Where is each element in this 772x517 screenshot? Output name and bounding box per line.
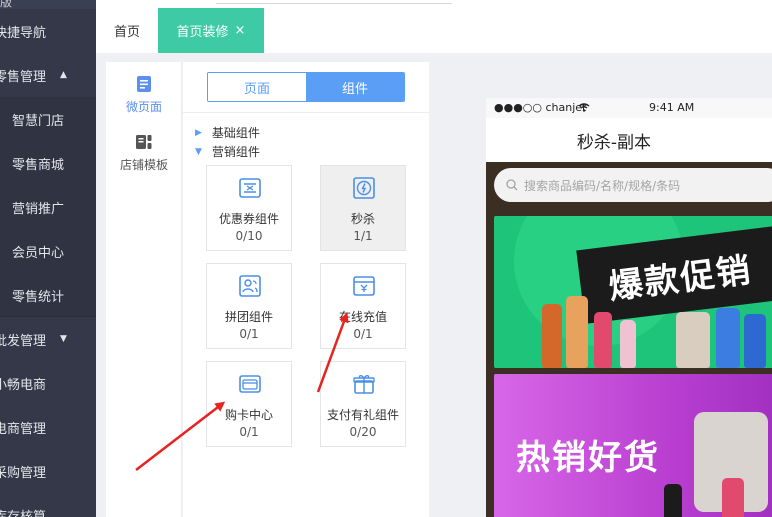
search-icon	[506, 179, 518, 191]
tab-label: 首页装修	[176, 25, 229, 40]
search-placeholder: 搜索商品编码/名称/规格/条码	[524, 178, 681, 193]
coupon-icon	[239, 178, 261, 198]
tab-home[interactable]: 首页	[96, 8, 158, 53]
flash-sale-icon	[353, 177, 375, 199]
sidebar-item-label: 智慧门店	[12, 113, 65, 129]
sidebar-item-label: 会员中心	[12, 245, 65, 261]
sidebar-item-xiaochang-ecommerce[interactable]: 小畅电商	[0, 361, 96, 405]
product-image	[744, 314, 766, 368]
sidebar-item-label: 零售商城	[12, 157, 65, 173]
recharge-icon	[353, 276, 375, 296]
component-name: 秒杀	[350, 212, 375, 226]
micro-page-label: 微页面	[125, 100, 162, 114]
category-marketing[interactable]: ▼ 营销组件	[195, 143, 260, 160]
component-card-online-recharge[interactable]: 在线充值 0/1	[320, 263, 406, 349]
product-image	[620, 320, 636, 368]
sidebar-item-retail-stats[interactable]: 零售统计	[0, 273, 96, 317]
sidebar-item-label: 采购管理	[0, 465, 47, 481]
sidebar-item-inventory-accounting[interactable]: 库存核算	[0, 493, 96, 517]
component-count: 1/1	[353, 229, 373, 243]
micro-page-button[interactable]: 微页面	[106, 74, 182, 115]
editor-left-column: 微页面 店铺模板	[106, 62, 182, 517]
component-card-card-center[interactable]: 购卡中心 0/1	[206, 361, 292, 447]
phone-search-bar[interactable]: 搜索商品编码/名称/规格/条码	[494, 168, 772, 202]
component-card-flash-sale[interactable]: 秒杀 1/1	[320, 165, 406, 251]
component-count: 0/10	[235, 229, 263, 243]
top-divider	[216, 3, 452, 4]
tab-home-decoration[interactable]: 首页装修 ×	[158, 8, 264, 53]
tab-bar: 首页 首页装修 ×	[96, 0, 772, 53]
segment-component[interactable]: 组件	[306, 73, 404, 101]
chevron-down-icon: ▼	[60, 334, 67, 344]
component-panel: 页面 组件 ▶ 基础组件 ▼ 营销组件 优惠券组件 0/10 秒杀 1/1 拼团…	[183, 62, 429, 517]
component-card-coupon[interactable]: 优惠券组件 0/10	[206, 165, 292, 251]
panel-divider	[183, 112, 429, 113]
component-card-group-buy[interactable]: 拼团组件 0/1	[206, 263, 292, 349]
component-count: 0/1	[239, 327, 259, 341]
product-image	[676, 312, 710, 368]
status-time: 9:41 AM	[649, 101, 695, 114]
component-name: 购卡中心	[224, 408, 273, 422]
sidebar-item-label: 营销推广	[12, 201, 65, 217]
category-label: 基础组件	[211, 126, 260, 140]
component-name: 在线充值	[338, 310, 387, 324]
component-name: 支付有礼组件	[326, 408, 399, 422]
component-count: 0/1	[239, 425, 259, 439]
sidebar-item-smart-store[interactable]: 智慧门店	[0, 97, 96, 141]
sidebar-item-label: 零售统计	[12, 289, 65, 305]
product-image	[716, 308, 740, 368]
sidebar-item-marketing[interactable]: 营销推广	[0, 185, 96, 229]
wifi-icon	[578, 103, 590, 112]
phone-page-title: 秒杀-副本	[486, 118, 772, 162]
sidebar-item-label: 批发管理	[0, 333, 47, 349]
component-name: 拼团组件	[224, 310, 273, 324]
store-template-button[interactable]: 店铺模板	[106, 132, 182, 173]
product-image	[664, 484, 682, 517]
template-icon	[136, 135, 152, 149]
sidebar-item-purchase-management[interactable]: 采购管理	[0, 449, 96, 493]
product-image	[594, 312, 612, 368]
promo-banner-best-sellers[interactable]: 热销好货	[494, 374, 772, 517]
category-basic[interactable]: ▶ 基础组件	[195, 124, 260, 141]
sidebar-item-retail-management[interactable]: 零售管理 ▲	[0, 53, 96, 97]
phone-preview: ●●●○○ chanjet 9:41 AM 秒杀-副本 搜索商品编码/名称/规格…	[486, 98, 772, 517]
caret-down-icon: ▼	[195, 146, 202, 157]
gift-icon	[353, 375, 375, 394]
carrier-label: ●●●○○ chanjet	[494, 101, 587, 114]
product-image	[566, 296, 588, 368]
card-center-icon	[239, 375, 261, 393]
sidebar-item-label: 库存核算	[0, 509, 47, 517]
sidebar-item-label: 快捷导航	[0, 25, 47, 41]
segment-page[interactable]: 页面	[208, 73, 306, 101]
sidebar-item-ecommerce-management[interactable]: 电商管理	[0, 405, 96, 449]
sidebar-item-member-center[interactable]: 会员中心	[0, 229, 96, 273]
caret-right-icon: ▶	[195, 127, 202, 138]
group-buy-icon	[239, 275, 261, 297]
main-sidebar: 版 快捷导航 零售管理 ▲ 智慧门店 零售商城 营销推广 会员中心 零售统计 批…	[0, 0, 96, 517]
component-count: 0/1	[353, 327, 373, 341]
sidebar-item-quick-nav[interactable]: 快捷导航	[0, 9, 96, 53]
sidebar-item-label: 小畅电商	[0, 377, 47, 393]
close-icon[interactable]: ×	[235, 23, 246, 38]
store-template-label: 店铺模板	[119, 158, 168, 172]
sidebar-item-retail-mall[interactable]: 零售商城	[0, 141, 96, 185]
category-label: 营销组件	[211, 145, 260, 159]
phone-status-bar: ●●●○○ chanjet 9:41 AM	[486, 98, 772, 118]
component-count: 0/20	[349, 425, 377, 439]
sidebar-item-label: 零售管理	[0, 69, 47, 85]
product-image	[542, 304, 562, 368]
product-image	[722, 478, 744, 517]
component-name: 优惠券组件	[218, 212, 279, 226]
page-icon	[137, 76, 151, 92]
panel-segment-control: 页面 组件	[207, 72, 405, 102]
sidebar-item-wholesale[interactable]: 批发管理 ▼	[0, 317, 96, 361]
banner-title: 热销好货	[516, 438, 660, 478]
component-card-payment-gift[interactable]: 支付有礼组件 0/20	[320, 361, 406, 447]
chevron-up-icon: ▲	[60, 70, 67, 80]
sidebar-item-label: 电商管理	[0, 421, 47, 437]
promo-banner-hot-sale[interactable]: 爆款促销	[494, 216, 772, 368]
